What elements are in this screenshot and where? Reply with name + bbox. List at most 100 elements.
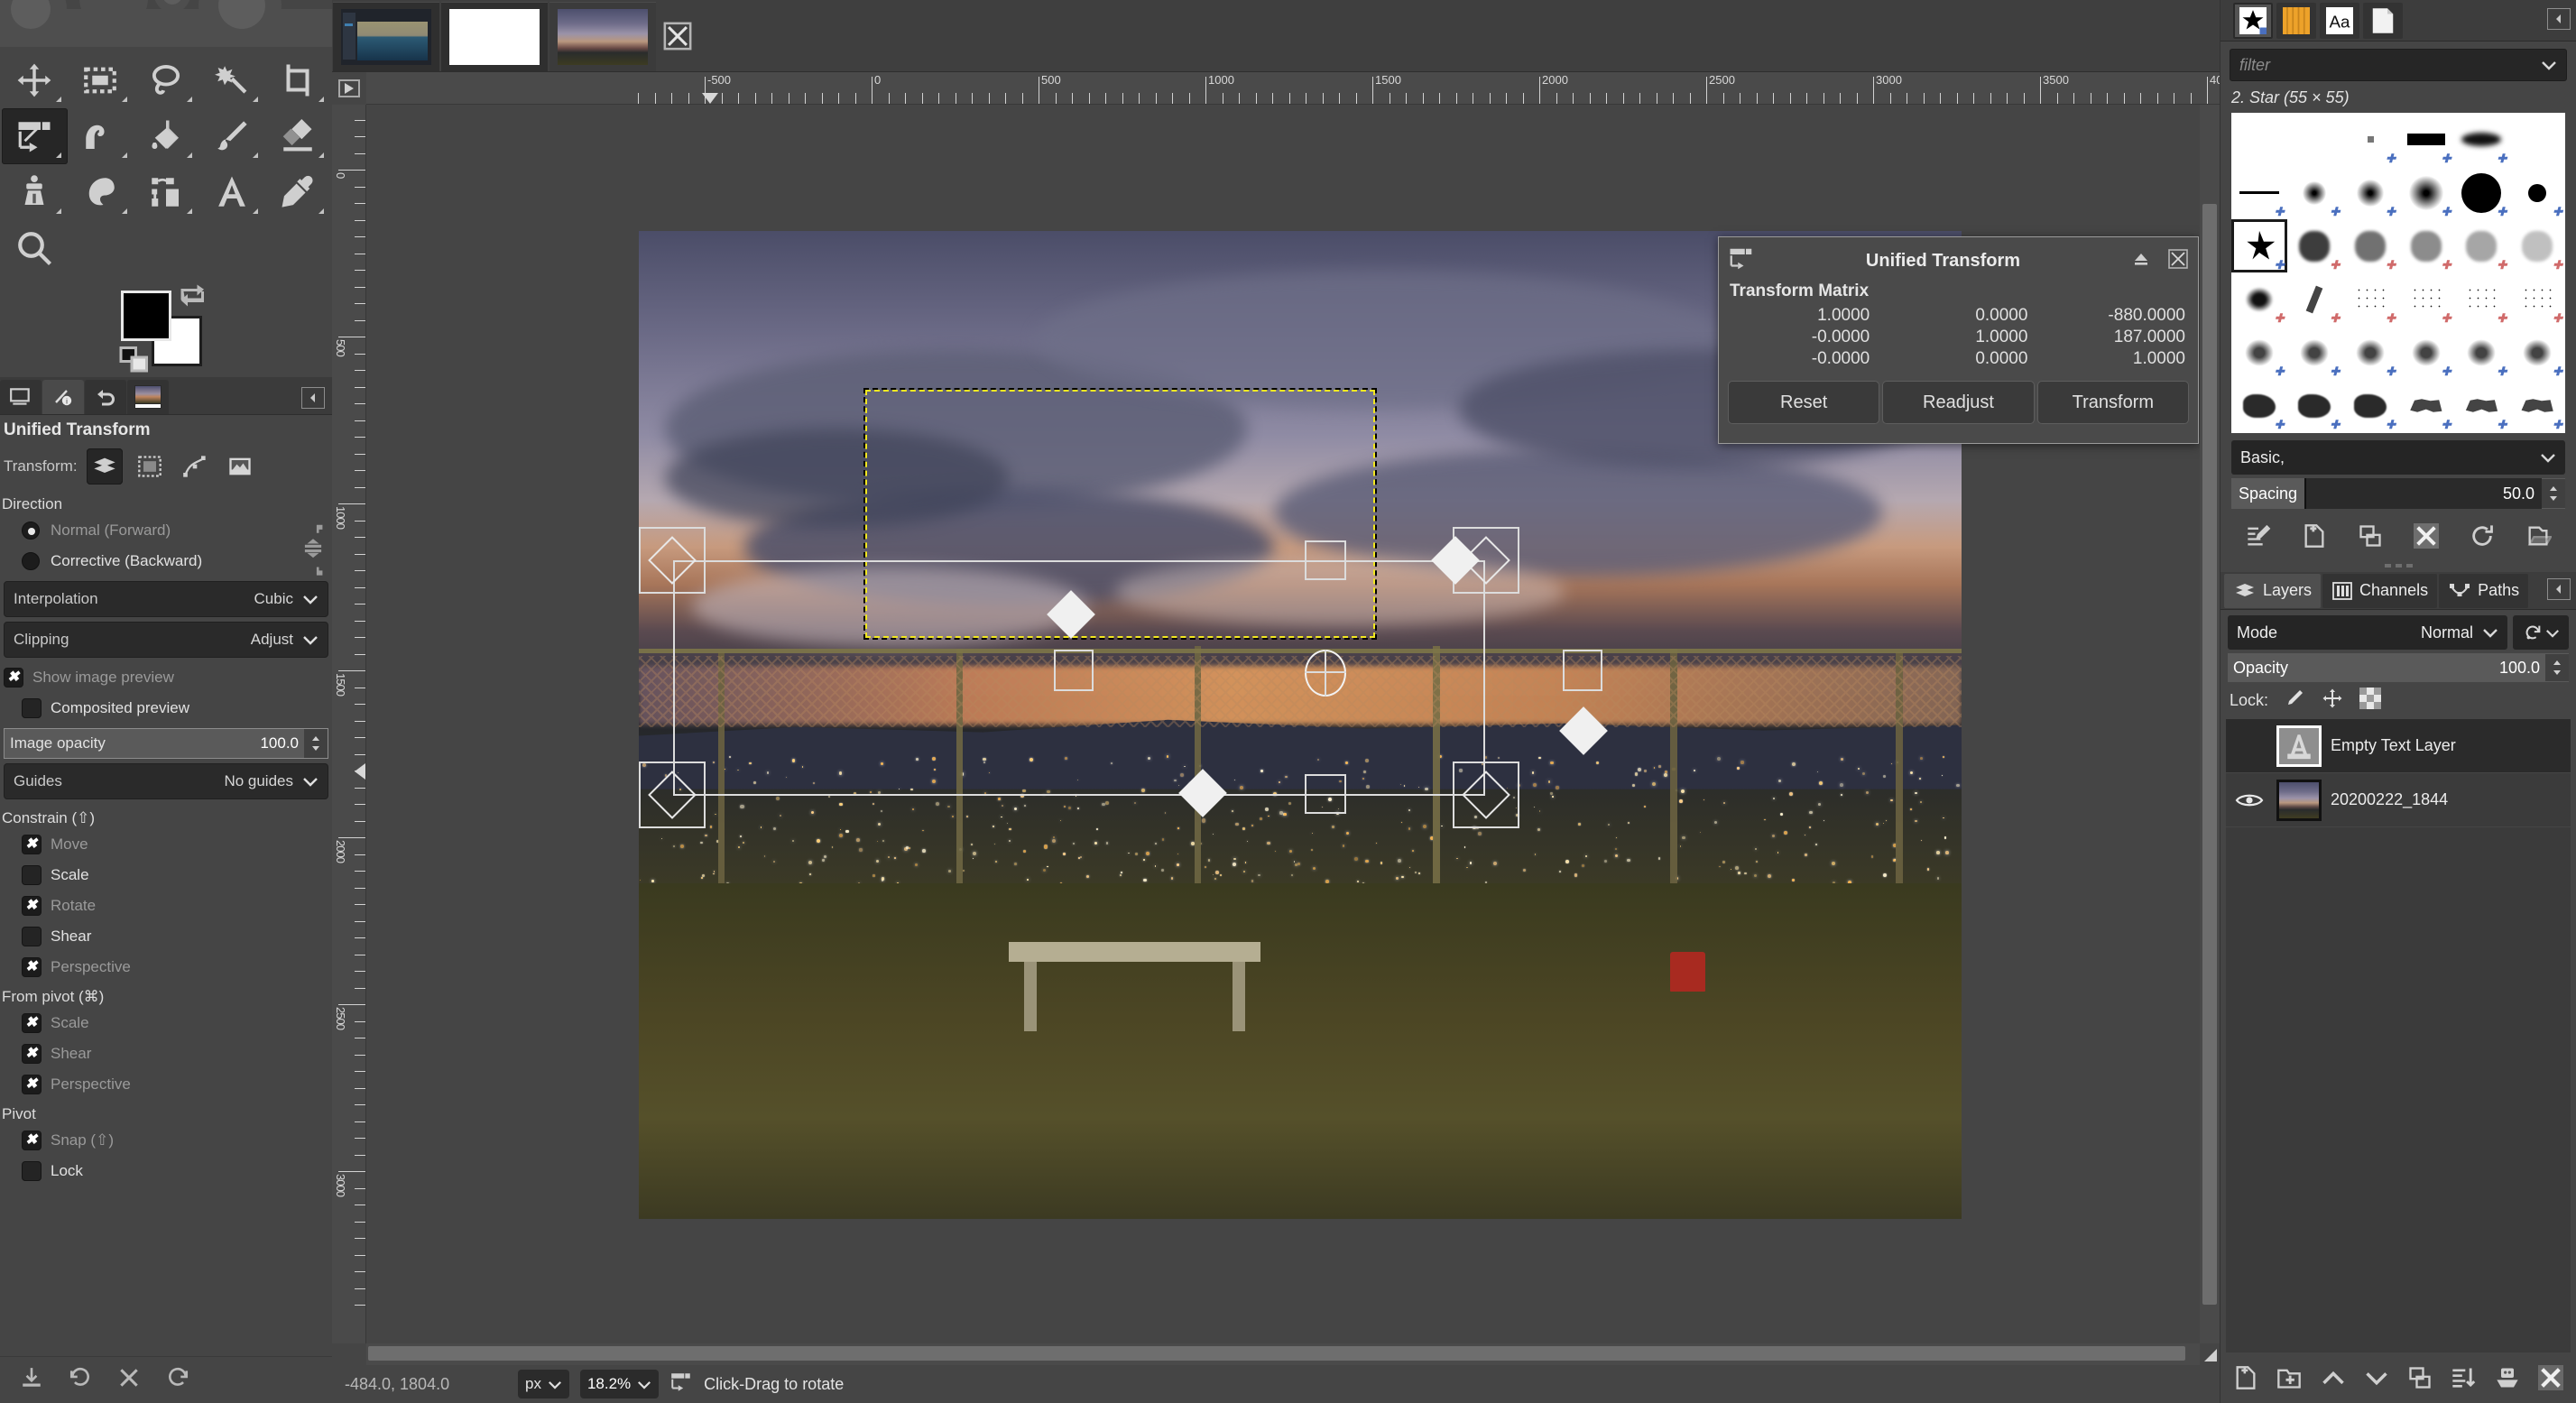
brush-cell[interactable]: ✚ [2454, 219, 2510, 272]
brush-cell[interactable]: ✚ [2398, 432, 2454, 433]
tab-layers[interactable]: Layers [2224, 574, 2321, 608]
dialog-collapse-icon[interactable] [2131, 250, 2151, 272]
constrain-scale-row[interactable]: Scale [2, 860, 330, 891]
brush-cell[interactable]: ✚ [2231, 166, 2287, 219]
tab-paths[interactable]: Paths [2439, 574, 2528, 608]
checkbox-pivot-scale[interactable] [22, 1013, 42, 1033]
close-tab-button[interactable] [657, 0, 698, 71]
fuzzy-select-tool[interactable] [199, 52, 264, 108]
open-brush-icon[interactable] [2515, 518, 2562, 554]
swap-colors-icon[interactable] [177, 283, 209, 315]
ruler-origin-button[interactable] [332, 72, 366, 105]
crop-tool[interactable] [264, 52, 330, 108]
spacing-stepper-icon[interactable] [2542, 479, 2565, 508]
transform-handle-mid-bottom[interactable] [1559, 706, 1608, 755]
brush-cell[interactable]: ✚ [2231, 379, 2287, 432]
brush-cell[interactable]: ✚ [2454, 326, 2510, 379]
transform-target-layer-icon[interactable] [87, 448, 123, 485]
reset-tool-options-icon[interactable] [166, 1366, 189, 1394]
merge-down-icon[interactable] [2443, 1359, 2483, 1397]
brush-cell[interactable]: ✚ [2454, 166, 2510, 219]
dock-menu-icon[interactable] [2547, 8, 2571, 30]
brush-filter-input[interactable]: filter [2230, 49, 2567, 81]
layer-visibility-toggle[interactable] [2231, 790, 2267, 810]
tab-device-status[interactable] [0, 380, 42, 414]
brush-cell[interactable]: ✚ [2342, 432, 2398, 433]
eraser-tool[interactable] [264, 108, 330, 164]
bucket-fill-tool[interactable] [134, 108, 199, 164]
edit-brush-icon[interactable] [2235, 518, 2282, 554]
image-tab-3[interactable] [549, 2, 656, 71]
dialog-close-icon[interactable] [2167, 249, 2189, 273]
transform-target-image-icon[interactable] [222, 448, 258, 485]
canvas-horizontal-scrollbar[interactable] [366, 1343, 2200, 1365]
pivot-snap-row[interactable]: Snap (⇧) [2, 1125, 330, 1156]
new-brush-icon[interactable] [2291, 518, 2338, 554]
tab-patterns[interactable] [2276, 3, 2316, 39]
brush-cell[interactable]: ✚ [2454, 113, 2510, 166]
transform-target-selection-icon[interactable] [132, 448, 168, 485]
brush-cell[interactable]: ✚ [2231, 432, 2287, 433]
smudge-tool[interactable] [68, 164, 134, 220]
paintbrush-tool[interactable] [199, 108, 264, 164]
layers-dock-menu-icon[interactable] [2547, 578, 2571, 600]
brush-cell[interactable]: ✚ [2231, 272, 2287, 326]
image-opacity-spinner[interactable]: Image opacity 100.0 [4, 728, 328, 759]
navigation-preview-button[interactable] [2200, 1343, 2220, 1365]
delete-tool-options-icon[interactable] [117, 1366, 141, 1394]
tab-channels[interactable]: Channels [2322, 574, 2437, 608]
reset-colors-icon[interactable] [119, 346, 150, 378]
checkbox-constrain-perspective[interactable] [22, 957, 42, 977]
checkbox-constrain-scale[interactable] [22, 865, 42, 885]
zoom-tool[interactable] [2, 220, 68, 276]
direction-option-corrective[interactable]: Corrective (Backward) [2, 546, 330, 577]
dialog-titlebar[interactable]: Unified Transform [1719, 237, 2198, 280]
free-select-tool[interactable] [134, 52, 199, 108]
brush-cell[interactable]: ✚ [2287, 166, 2343, 219]
readjust-button[interactable]: Readjust [1882, 381, 2034, 424]
clipping-combo[interactable]: Clipping Adjust [4, 622, 328, 658]
brush-cell[interactable]: ✚ [2342, 166, 2398, 219]
brush-cell[interactable]: ✚ [2287, 379, 2343, 432]
canvas-vertical-scrollbar[interactable] [2200, 105, 2220, 1343]
pivot-perspective-row[interactable]: Perspective [2, 1069, 330, 1100]
brush-cell[interactable]: ✚ [2454, 272, 2510, 326]
checkbox-constrain-move[interactable] [22, 835, 42, 854]
transform-handle-edge-bottom[interactable] [1305, 774, 1346, 814]
layer-row-photo[interactable]: 20200222_1844 [2226, 773, 2571, 827]
unified-transform-tool[interactable] [2, 108, 68, 164]
layer-list[interactable]: Empty Text Layer 20200222_1844 [2226, 719, 2571, 1352]
brush-cell[interactable]: ✚ [2509, 326, 2565, 379]
layer-row-empty-text-layer[interactable]: Empty Text Layer [2226, 719, 2571, 773]
composited-preview-row[interactable]: Composited preview [2, 693, 330, 724]
horizontal-ruler[interactable]: -500050010001500200025003000350040004500… [366, 72, 2220, 105]
warp-transform-tool[interactable] [68, 108, 134, 164]
layer-blend-space-button[interactable] [2513, 615, 2569, 650]
show-image-preview-row[interactable]: Show image preview [2, 662, 330, 693]
anchor-layer-icon[interactable] [2488, 1359, 2527, 1397]
checkbox-constrain-rotate[interactable] [22, 896, 42, 916]
constrain-rotate-row[interactable]: Rotate [2, 891, 330, 921]
image-tab-2[interactable] [441, 2, 548, 71]
layer-mode-combo[interactable]: Mode Normal [2228, 615, 2507, 650]
pivot-lock-row[interactable]: Lock [2, 1156, 330, 1186]
save-tool-options-icon[interactable] [20, 1366, 43, 1394]
pivot-shear-row[interactable]: Shear [2, 1038, 330, 1069]
lock-position-icon[interactable] [2321, 688, 2344, 714]
clone-tool[interactable] [2, 164, 68, 220]
tab-images[interactable] [127, 380, 169, 414]
brush-cell[interactable]: ✚ [2509, 432, 2565, 433]
move-tool[interactable] [2, 52, 68, 108]
delete-layer-icon[interactable] [2531, 1359, 2571, 1397]
guides-combo[interactable]: Guides No guides [4, 763, 328, 799]
brush-cell[interactable]: ✚ [2398, 326, 2454, 379]
checkbox-show-image-preview[interactable] [4, 668, 23, 688]
brush-cell[interactable]: ✚ [2342, 379, 2398, 432]
dock-resize-grip[interactable] [2221, 559, 2576, 572]
checkbox-pivot-perspective[interactable] [22, 1075, 42, 1094]
reset-button[interactable]: Reset [1728, 381, 1879, 424]
brush-cell[interactable] [2231, 113, 2287, 166]
transform-handle-mid-bottom-left[interactable] [1178, 769, 1227, 817]
transform-target-path-icon[interactable] [177, 448, 213, 485]
delete-brush-icon[interactable] [2403, 518, 2450, 554]
